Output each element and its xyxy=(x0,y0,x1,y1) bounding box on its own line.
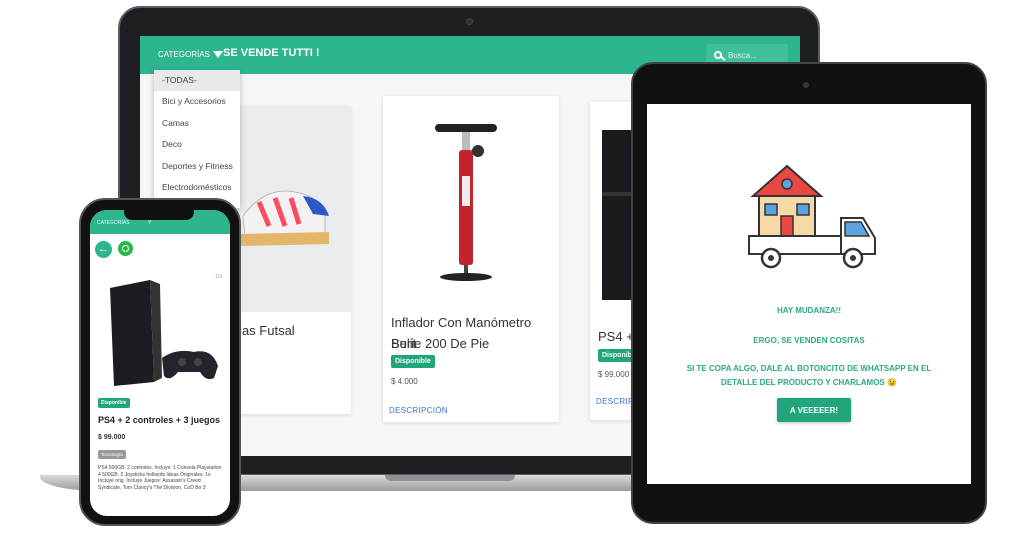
phone-screen: CATEGORÍAS ⚲ ← 1/3 Disponible PS4 + 2 co… xyxy=(90,210,230,516)
brand-title[interactable]: SE VENDE TUTTI ! xyxy=(223,47,320,59)
dropdown-item[interactable]: Electrodomésticos xyxy=(154,177,240,198)
subheadline-text: ERGO, SE VENDEN COSITAS xyxy=(753,336,865,345)
tablet-frame: HAY MUDANZA!! ERGO, SE VENDEN COSITAS SI… xyxy=(631,62,987,524)
category-tag: Tecnología xyxy=(98,450,126,459)
headline-text: HAY MUDANZA!! xyxy=(777,306,841,315)
dropdown-item[interactable]: Deco xyxy=(154,134,240,155)
ps4-console-image xyxy=(110,280,218,386)
dropdown-item[interactable]: Camas xyxy=(154,113,240,134)
categories-label[interactable]: CATEGORÍAS xyxy=(97,220,129,226)
device-mockup-stage: CATEGORÍAS SE VENDE TUTTI ! Busca... ...… xyxy=(0,0,1012,534)
product-title: PS4 + 2 controles + 3 juegos xyxy=(98,415,221,425)
instruction-text-line2: DETALLE DEL PRODUCTO Y CHARLAMOS 😉 xyxy=(721,378,897,387)
status-badge: Disponible xyxy=(391,355,435,368)
dropdown-item[interactable]: Bici y Accesorios xyxy=(154,91,240,112)
categories-dropdown: -TODAS- Bici y Accesorios Camas Deco Dep… xyxy=(154,70,240,208)
whatsapp-icon[interactable] xyxy=(118,241,133,256)
dropdown-item[interactable]: Deportes y Fitness xyxy=(154,156,240,177)
categories-menu-button[interactable]: CATEGORÍAS xyxy=(158,50,223,59)
filter-icon xyxy=(212,51,223,58)
categories-label: CATEGORÍAS xyxy=(158,50,210,59)
tablet-screen: HAY MUDANZA!! ERGO, SE VENDEN COSITAS SI… xyxy=(647,104,971,484)
phone-frame: CATEGORÍAS ⚲ ← 1/3 Disponible PS4 + 2 co… xyxy=(79,198,241,526)
product-card-shoes[interactable]: ...idas Futsal xyxy=(221,106,351,414)
enter-button[interactable]: A VEEEEER! xyxy=(777,398,851,422)
description-link[interactable]: DESCRIPCIÓN xyxy=(389,406,448,415)
product-price: $ 4.000 xyxy=(391,377,418,386)
product-price: $ 99.000 xyxy=(598,370,630,379)
product-price: $ 99.000 xyxy=(98,434,126,441)
back-arrow-icon[interactable]: ← xyxy=(95,241,112,258)
phone-notch xyxy=(124,208,194,220)
dropdown-item[interactable]: -TODAS- xyxy=(154,70,240,92)
product-title: PS4 + xyxy=(598,329,634,344)
search-input[interactable] xyxy=(728,50,782,60)
status-badge: Disponible xyxy=(98,398,130,408)
moving-truck-icon xyxy=(748,164,876,269)
pump-image xyxy=(435,124,497,281)
search-icon xyxy=(714,51,722,59)
product-title-line2: Serie 200 De Pie xyxy=(391,336,490,351)
laptop-camera xyxy=(466,18,473,25)
product-image xyxy=(225,106,351,312)
laptop-hinge-notch xyxy=(385,475,515,481)
tablet-camera xyxy=(803,82,809,88)
sneaker-image xyxy=(239,190,329,246)
product-card-pump[interactable]: Inflador Con Manómetro Bulit Serie 200 D… xyxy=(383,96,559,422)
instruction-text-line1: SI TE COPA ALGO, DALE AL BOTONCITO DE WH… xyxy=(686,364,932,373)
product-description: PS4 500GB, 2 controles. Incluye: 1 Conso… xyxy=(98,465,222,491)
